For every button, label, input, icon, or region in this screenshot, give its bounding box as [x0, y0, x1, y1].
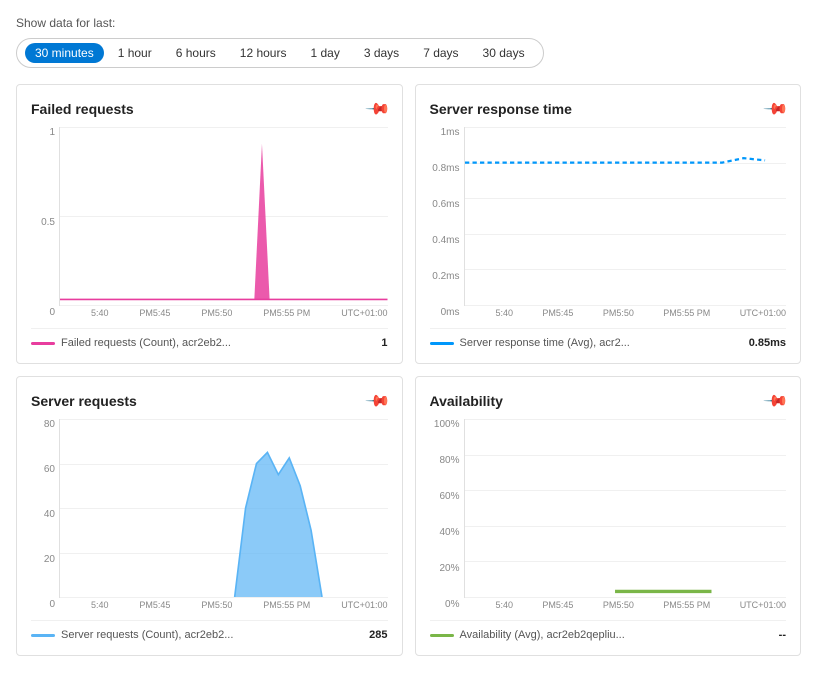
filter-30days[interactable]: 30 days	[473, 43, 535, 63]
server-response-chart-area: 1ms 0.8ms 0.6ms 0.4ms 0.2ms 0ms	[430, 127, 787, 318]
server-response-card: Server response time 📌 1ms 0.8ms 0.6ms 0…	[415, 84, 802, 364]
availability-svg	[465, 419, 787, 597]
filter-7days[interactable]: 7 days	[413, 43, 468, 63]
server-requests-chart-inner	[59, 419, 388, 598]
availability-x-axis: 5:40 PM5:45 PM5:50 PM5:55 PM UTC+01:00	[464, 600, 787, 610]
availability-card: Availability 📌 100% 80% 60% 40% 20% 0%	[415, 376, 802, 656]
show-data-label: Show data for last:	[16, 16, 801, 30]
server-requests-card: Server requests 📌 80 60 40 20 0	[16, 376, 403, 656]
server-response-title: Server response time	[430, 101, 572, 117]
server-response-header: Server response time 📌	[430, 99, 787, 119]
server-requests-chart-area: 80 60 40 20 0	[31, 419, 388, 610]
pin-icon-requests[interactable]: 📌	[363, 387, 391, 415]
pin-icon-failed[interactable]: 📌	[363, 95, 391, 123]
availability-chart-inner	[464, 419, 787, 598]
failed-requests-legend-line	[31, 342, 55, 345]
server-requests-svg	[60, 419, 388, 597]
server-requests-title: Server requests	[31, 393, 137, 409]
filter-6hours[interactable]: 6 hours	[166, 43, 226, 63]
failed-requests-title: Failed requests	[31, 101, 134, 117]
server-response-x-axis: 5:40 PM5:45 PM5:50 PM5:55 PM UTC+01:00	[464, 308, 787, 318]
availability-legend-line	[430, 634, 454, 637]
filter-1hour[interactable]: 1 hour	[108, 43, 162, 63]
server-requests-x-axis: 5:40 PM5:45 PM5:50 PM5:55 PM UTC+01:00	[59, 600, 388, 610]
failed-requests-chart-inner	[59, 127, 388, 306]
availability-y-axis: 100% 80% 60% 40% 20% 0%	[430, 419, 464, 610]
filter-12hours[interactable]: 12 hours	[230, 43, 297, 63]
failed-requests-legend: Failed requests (Count), acr2eb2... 1	[31, 328, 388, 349]
availability-legend-text: Availability (Avg), acr2eb2qepliu...	[460, 629, 625, 641]
failed-requests-x-axis: 5:40 PM5:45 PM5:50 PM5:55 PM UTC+01:00	[59, 308, 388, 318]
filter-3days[interactable]: 3 days	[354, 43, 409, 63]
failed-requests-legend-value: 1	[381, 337, 387, 349]
server-response-legend-text: Server response time (Avg), acr2...	[460, 337, 630, 349]
server-requests-header: Server requests 📌	[31, 391, 388, 411]
server-response-svg	[465, 127, 787, 305]
failed-requests-chart-area: 1 0.5 0	[31, 127, 388, 318]
server-response-chart-inner	[464, 127, 787, 306]
failed-requests-card: Failed requests 📌 1 0.5 0	[16, 84, 403, 364]
server-response-legend-value: 0.85ms	[749, 337, 786, 349]
server-requests-y-axis: 80 60 40 20 0	[31, 419, 59, 610]
availability-title: Availability	[430, 393, 503, 409]
pin-icon-availability[interactable]: 📌	[762, 387, 790, 415]
server-response-legend-line	[430, 342, 454, 345]
server-requests-legend-text: Server requests (Count), acr2eb2...	[61, 629, 233, 641]
pin-icon-response[interactable]: 📌	[762, 95, 790, 123]
server-response-legend: Server response time (Avg), acr2... 0.85…	[430, 328, 787, 349]
charts-grid: Failed requests 📌 1 0.5 0	[16, 84, 801, 656]
failed-requests-y-axis: 1 0.5 0	[31, 127, 59, 318]
availability-legend-value: --	[779, 629, 786, 641]
time-filter-bar: 30 minutes 1 hour 6 hours 12 hours 1 day…	[16, 38, 544, 68]
server-response-y-axis: 1ms 0.8ms 0.6ms 0.4ms 0.2ms 0ms	[430, 127, 464, 318]
availability-legend: Availability (Avg), acr2eb2qepliu... --	[430, 620, 787, 641]
server-requests-legend-value: 285	[369, 629, 387, 641]
filter-30min[interactable]: 30 minutes	[25, 43, 104, 63]
availability-chart-area: 100% 80% 60% 40% 20% 0%	[430, 419, 787, 610]
failed-requests-svg	[60, 127, 388, 305]
server-requests-legend: Server requests (Count), acr2eb2... 285	[31, 620, 388, 641]
filter-1day[interactable]: 1 day	[300, 43, 349, 63]
failed-requests-legend-text: Failed requests (Count), acr2eb2...	[61, 337, 231, 349]
server-requests-legend-line	[31, 634, 55, 637]
availability-header: Availability 📌	[430, 391, 787, 411]
failed-requests-header: Failed requests 📌	[31, 99, 388, 119]
